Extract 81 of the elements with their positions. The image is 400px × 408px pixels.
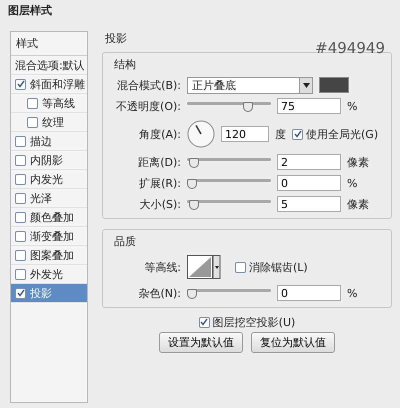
item-label: 纹理 (42, 114, 64, 130)
slider-track[interactable] (187, 178, 271, 188)
unit-label: % (347, 176, 358, 190)
unit-label: 度 (275, 126, 286, 142)
checkbox[interactable] (15, 174, 26, 184)
checkbox[interactable] (292, 128, 303, 140)
unit-label: 像素 (347, 196, 369, 212)
field-label: 杂色(N): (137, 286, 181, 300)
checkbox-label: 使用全局光(G) (306, 126, 378, 142)
style-list-item[interactable]: 纹理 (11, 113, 87, 132)
checkbox[interactable] (15, 78, 26, 90)
value-field[interactable]: 5 (277, 196, 341, 212)
checkbox[interactable] (15, 230, 26, 242)
item-label: 等高线 (42, 96, 75, 110)
item-label: 斜面和浮雕 (30, 76, 85, 92)
style-list-item[interactable]: 图案叠加 (11, 246, 87, 265)
unit-label: % (347, 286, 358, 300)
item-label: 颜色叠加 (30, 210, 74, 224)
default-button[interactable]: 设置为默认值 (159, 332, 243, 352)
field-label: 扩展(R): (138, 176, 181, 190)
field-label: 不透明度(O): (115, 98, 181, 114)
slider-track[interactable] (187, 156, 271, 168)
style-list-item[interactable]: 颜色叠加 (11, 208, 87, 227)
style-list-item[interactable]: 内发光 (11, 170, 87, 189)
item-label: 光泽 (30, 190, 52, 206)
checkbox-label: 图层挖空投影(U) (212, 314, 296, 330)
contour-picker[interactable] (187, 255, 221, 279)
checkbox[interactable] (15, 154, 26, 166)
slider-thumb[interactable] (242, 102, 252, 112)
color-swatch[interactable] (319, 77, 349, 93)
field-label: 混合模式(B): (116, 78, 181, 92)
item-label: 内发光 (30, 172, 63, 186)
list-header: 样式 (11, 32, 87, 56)
slider-thumb[interactable] (189, 158, 200, 168)
checkbox[interactable] (15, 268, 26, 280)
value-field[interactable]: 0 (277, 175, 341, 191)
field-label: 等高线: (143, 260, 181, 274)
checkbox[interactable] (15, 288, 26, 298)
slider-thumb[interactable] (187, 288, 197, 298)
blend-mode-dropdown[interactable]: 正片叠底 (187, 76, 313, 94)
style-list-item[interactable]: 内阴影 (11, 151, 87, 170)
item-label: 投影 (30, 286, 52, 300)
value-field[interactable]: 0 (277, 285, 341, 301)
angle-dial[interactable] (187, 120, 215, 148)
checkbox[interactable] (235, 262, 246, 272)
style-list-item[interactable]: 等高线 (11, 94, 87, 113)
slider-track[interactable] (187, 198, 271, 210)
field-label: 距离(D): (137, 154, 181, 170)
angle-field[interactable]: 120 (221, 126, 269, 142)
item-label: 内阴影 (30, 152, 63, 168)
color-note: #494949 (315, 39, 385, 57)
slider-thumb[interactable] (189, 200, 200, 210)
checkbox[interactable] (15, 192, 26, 204)
value-field[interactable]: 2 (277, 154, 341, 170)
slider-track[interactable] (187, 100, 271, 112)
checkbox[interactable] (15, 250, 26, 260)
item-label: 图案叠加 (30, 248, 74, 262)
window-title: 图层样式 (7, 3, 53, 19)
style-list-item[interactable]: 渐变叠加 (11, 227, 87, 246)
style-list-item[interactable]: 光泽 (11, 189, 87, 208)
caret-icon (302, 82, 310, 88)
style-list-item[interactable]: 描边 (11, 132, 87, 151)
checkbox[interactable] (198, 316, 210, 328)
blend-options-item[interactable]: 混合选项:默认 (11, 56, 87, 75)
default-button[interactable]: 复位为默认值 (251, 332, 335, 352)
checkbox[interactable] (15, 212, 26, 222)
item-label: 渐变叠加 (30, 228, 74, 244)
slider-track[interactable] (187, 288, 271, 298)
checkbox[interactable] (27, 98, 38, 108)
style-list-item[interactable]: 斜面和浮雕 (11, 75, 87, 94)
item-label: 外发光 (30, 266, 63, 282)
item-label: 描边 (30, 134, 52, 148)
field-label: 角度(A): (138, 126, 181, 142)
slider-thumb[interactable] (187, 178, 197, 188)
unit-label: 像素 (347, 154, 369, 170)
checkbox[interactable] (27, 116, 38, 128)
checkbox-label: 消除锯齿(L) (249, 260, 308, 274)
checkbox[interactable] (15, 136, 26, 146)
unit-label: % (347, 100, 358, 112)
value-field[interactable]: 75 (277, 98, 341, 114)
field-label: 大小(S): (138, 196, 181, 212)
